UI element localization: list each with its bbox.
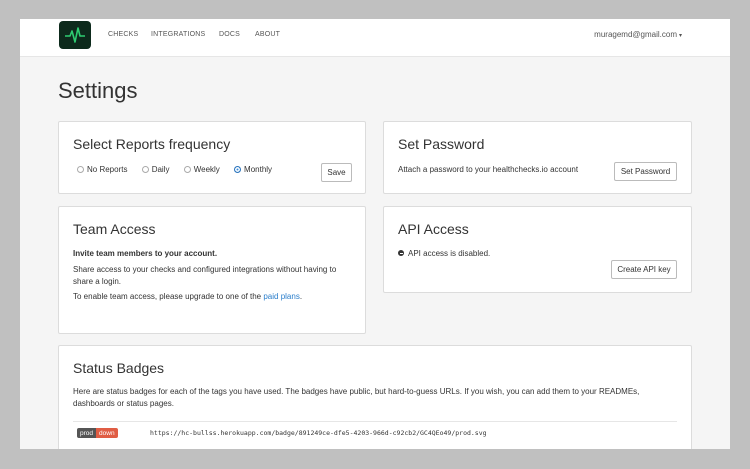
settings-page: CHECKS INTEGRATIONS DOCS ABOUT muragemd@… xyxy=(20,19,730,449)
radio-daily[interactable]: Daily xyxy=(141,165,170,174)
nav-docs-link[interactable]: DOCS xyxy=(219,31,240,38)
radio-weekly[interactable]: Weekly xyxy=(183,165,220,174)
nav-checks-link[interactable]: CHECKS xyxy=(108,31,138,38)
radio-label: No Reports xyxy=(87,165,128,174)
user-menu[interactable]: muragemd@gmail.com ▾ xyxy=(594,30,682,39)
team-description: Share access to your checks and configur… xyxy=(73,265,337,286)
set-password-button[interactable]: Set Password xyxy=(614,162,677,181)
navbar: CHECKS INTEGRATIONS DOCS ABOUT muragemd@… xyxy=(20,19,730,57)
paid-plans-link[interactable]: paid plans xyxy=(263,292,299,301)
status-badges-title: Status Badges xyxy=(73,360,165,376)
reports-title: Select Reports frequency xyxy=(73,136,231,152)
chevron-down-icon: ▾ xyxy=(678,33,682,39)
save-button[interactable]: Save xyxy=(321,163,352,182)
status-badge: prod down xyxy=(77,428,118,438)
reports-card: Select Reports frequency No Reports Dail… xyxy=(58,121,366,194)
password-title: Set Password xyxy=(398,136,485,152)
password-description: Attach a password to your healthchecks.i… xyxy=(398,165,579,174)
radio-no-reports[interactable]: No Reports xyxy=(77,165,127,174)
password-card: Set Password Attach a password to your h… xyxy=(383,121,692,194)
api-status-text: API access is disabled. xyxy=(408,249,491,258)
upgrade-prefix: To enable team access, please upgrade to… xyxy=(73,292,264,301)
api-access-card: API Access API access is disabled. Creat… xyxy=(383,206,692,293)
user-email: muragemd@gmail.com xyxy=(594,30,677,39)
radio-label: Daily xyxy=(151,165,170,174)
badge-tag-label: prod xyxy=(77,428,97,438)
disabled-status-icon xyxy=(398,250,404,256)
radio-unchecked-icon xyxy=(77,166,84,173)
create-api-key-button[interactable]: Create API key xyxy=(611,260,677,279)
api-status: API access is disabled. xyxy=(398,248,490,260)
nav-about-link[interactable]: ABOUT xyxy=(255,31,280,38)
logo-icon[interactable] xyxy=(59,21,91,49)
reports-radio-group: No Reports Daily Weekly Monthly xyxy=(77,165,284,175)
team-upgrade-text: To enable team access, please upgrade to… xyxy=(73,291,302,303)
badge-url[interactable]: https://hc-bullss.herokuapp.com/badge/89… xyxy=(150,429,487,437)
team-intro: Invite team members to your account. xyxy=(73,249,218,258)
radio-label: Monthly xyxy=(244,165,273,174)
radio-unchecked-icon xyxy=(141,166,149,173)
api-access-title: API Access xyxy=(398,221,469,237)
team-access-title: Team Access xyxy=(73,221,156,237)
radio-checked-icon xyxy=(234,166,242,173)
nav-integrations-link[interactable]: INTEGRATIONS xyxy=(151,31,205,38)
badge-status-label: down xyxy=(96,428,118,438)
team-access-card: Team Access Invite team members to your … xyxy=(58,206,366,334)
radio-label: Weekly xyxy=(193,165,220,174)
radio-monthly[interactable]: Monthly xyxy=(234,165,272,174)
page-title: Settings xyxy=(58,78,138,103)
divider xyxy=(73,421,677,422)
radio-unchecked-icon xyxy=(183,166,191,173)
upgrade-suffix: . xyxy=(299,292,303,301)
status-badges-description: Here are status badges for each of the t… xyxy=(73,387,640,408)
